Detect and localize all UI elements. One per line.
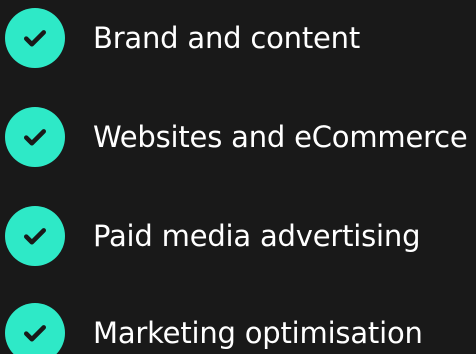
feature-item-brand: Brand and content bbox=[5, 8, 360, 68]
feature-item-paid-media: Paid media advertising bbox=[5, 206, 420, 266]
feature-list: Brand and content Websites and eCommerce… bbox=[0, 0, 476, 354]
check-circle-icon bbox=[5, 8, 65, 68]
feature-item-websites: Websites and eCommerce bbox=[5, 107, 468, 167]
check-circle-icon bbox=[5, 303, 65, 354]
feature-label: Marketing optimisation bbox=[93, 315, 423, 350]
feature-label: Paid media advertising bbox=[93, 218, 421, 253]
check-circle-icon bbox=[5, 206, 65, 266]
feature-item-marketing: Marketing optimisation bbox=[5, 303, 423, 354]
check-circle-icon bbox=[5, 107, 65, 167]
feature-label: Brand and content bbox=[93, 20, 361, 55]
feature-label: Websites and eCommerce bbox=[93, 119, 468, 154]
